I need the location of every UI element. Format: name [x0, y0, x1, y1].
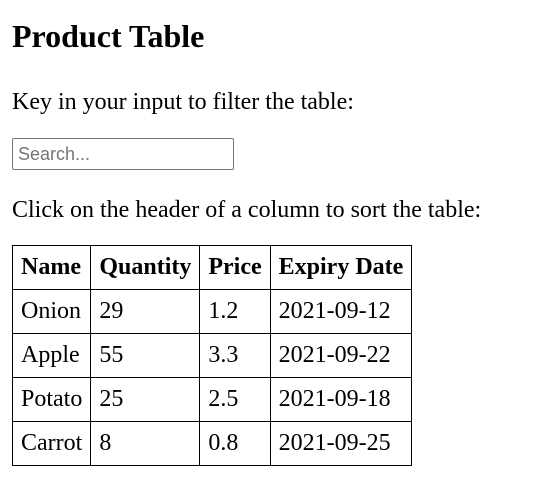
cell-price: 3.3 [200, 334, 271, 378]
cell-expiry-date: 2021-09-25 [270, 422, 413, 466]
cell-quantity: 8 [91, 422, 201, 466]
page: Product Table Key in your input to filte… [0, 0, 555, 466]
header-quantity[interactable]: Quantity [91, 246, 201, 290]
cell-expiry-date: 2021-09-18 [270, 378, 413, 422]
search-wrapper [12, 138, 543, 172]
cell-name: Apple [13, 334, 92, 378]
sort-instruction: Click on the header of a column to sort … [12, 197, 482, 223]
cell-name: Onion [13, 290, 92, 334]
cell-quantity: 25 [91, 378, 201, 422]
table-header-row: Name Quantity Price Expiry Date [13, 246, 413, 290]
cell-quantity: 55 [91, 334, 201, 378]
cell-name: Potato [13, 378, 92, 422]
header-name[interactable]: Name [13, 246, 92, 290]
cell-expiry-date: 2021-09-22 [270, 334, 413, 378]
table-row: Onion 29 1.2 2021-09-12 [13, 290, 413, 334]
cell-name: Carrot [13, 422, 92, 466]
header-price[interactable]: Price [200, 246, 271, 290]
cell-expiry-date: 2021-09-12 [270, 290, 413, 334]
filter-instruction: Key in your input to filter the table: [12, 89, 354, 115]
search-input[interactable] [12, 138, 234, 170]
header-expiry-date[interactable]: Expiry Date [270, 246, 413, 290]
table-row: Carrot 8 0.8 2021-09-25 [13, 422, 413, 466]
cell-price: 1.2 [200, 290, 271, 334]
table-row: Apple 55 3.3 2021-09-22 [13, 334, 413, 378]
table-row: Potato 25 2.5 2021-09-18 [13, 378, 413, 422]
page-title: Product Table [12, 18, 205, 54]
cell-price: 0.8 [200, 422, 271, 466]
cell-price: 2.5 [200, 378, 271, 422]
product-table: Name Quantity Price Expiry Date Onion 29… [12, 245, 413, 466]
cell-quantity: 29 [91, 290, 201, 334]
